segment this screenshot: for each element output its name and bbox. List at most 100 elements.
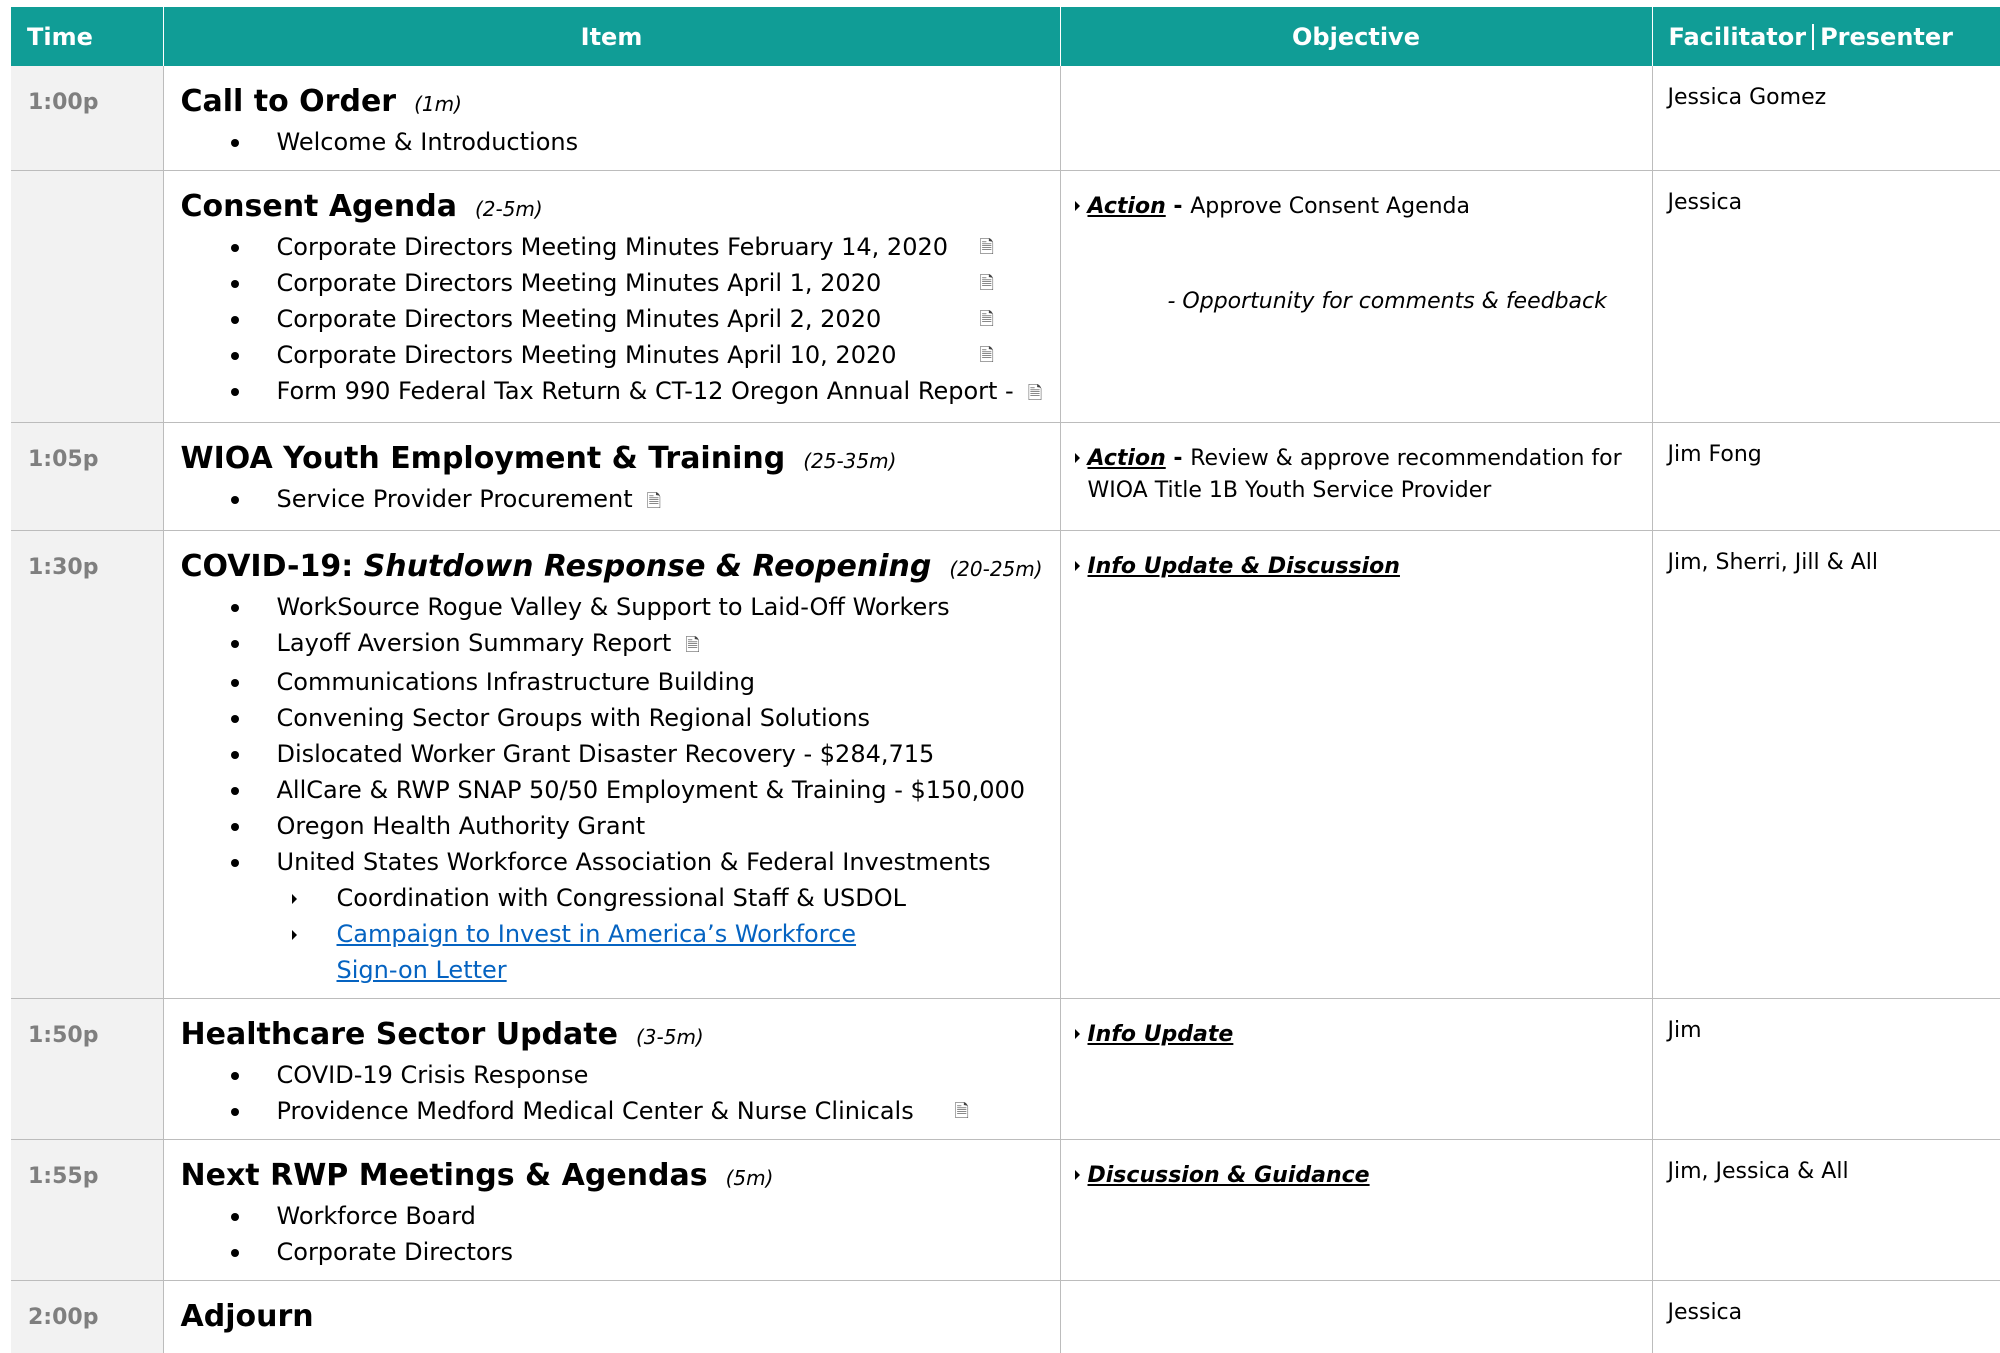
document-icon[interactable]: 🗎 <box>980 338 994 374</box>
item-title: Next RWP Meetings & Agendas (5m) <box>181 1158 1060 1196</box>
time-cell: 1:05p <box>11 422 164 531</box>
list-item: Corporate Directors Meeting Minutes Apri… <box>228 301 1060 337</box>
list-item: COVID-19 Crisis Response <box>228 1057 1060 1093</box>
item-title-italic: Shutdown Response & Reopening <box>363 549 932 584</box>
item-title: Consent Agenda (2-5m) <box>181 189 1060 227</box>
triangle-bullet-icon <box>1074 201 1080 211</box>
document-icon[interactable]: 🗎 <box>955 1094 969 1130</box>
list-item: Corporate Directors Meeting Minutes Apri… <box>228 337 1060 373</box>
agenda-row-consent-agenda: Consent Agenda (2-5m) Corporate Directors… <box>11 170 2000 423</box>
facilitator-cell: Jessica Gomez <box>1652 66 2000 171</box>
item-title-text: Next RWP Meetings & Agendas <box>180 1158 708 1193</box>
item-title: COVID-19: Shutdown Response & Reopening (… <box>181 549 1060 587</box>
list-item: Communications Infrastructure Building <box>228 664 1060 700</box>
item-title: WIOA Youth Employment & Training (25-35m) <box>181 441 1060 479</box>
item-title-text: COVID-19: <box>180 549 354 584</box>
list-item: Form 990 Federal Tax Return & CT-12 Oreg… <box>228 373 1060 412</box>
header-separator <box>1812 23 1815 50</box>
item-title-text: Healthcare Sector Update <box>180 1017 618 1052</box>
objective-action: Discussion & Guidance <box>1087 1163 1370 1188</box>
list-item: Corporate Directors <box>228 1234 1060 1270</box>
objective-note: - Opportunity for comments & feedback <box>1167 289 1607 314</box>
list-item-text: Layoff Aversion Summary Report <box>276 629 672 657</box>
header-row: Time Item Objective Facilitator Presenter <box>11 7 2000 66</box>
list-item: United States Workforce Association & Fe… <box>228 844 1060 988</box>
triangle-bullet-icon <box>1074 453 1080 463</box>
objective-line: Info Update & Discussion <box>1074 551 1640 583</box>
list-item-text: Corporate Directors Meeting Minutes Febr… <box>276 233 949 261</box>
list-item: Workforce Board <box>228 1198 1060 1234</box>
document-icon[interactable]: 🗎 <box>685 635 699 656</box>
agenda-row-wioa-youth: 1:05p WIOA Youth Employment & Training (2… <box>11 422 2000 531</box>
sub-bullets: Coordination with Congressional Staff & … <box>277 880 1060 988</box>
objective-cell: Action - Approve Consent Agenda - Opport… <box>1060 170 1653 423</box>
objective-line: Info Update <box>1074 1019 1640 1051</box>
header-time: Time <box>11 7 164 66</box>
item-title-text: Consent Agenda <box>180 189 457 224</box>
time-cell <box>11 170 164 423</box>
facilitator-cell: Jessica <box>1652 170 2000 423</box>
item-cell: Call to Order (1m) Welcome & Introduction… <box>163 66 1061 171</box>
document-icon[interactable]: 🗎 <box>647 491 661 512</box>
list-item: AllCare & RWP SNAP 50/50 Employment & Tr… <box>228 772 1060 808</box>
objective-line: Action - Approve Consent Agenda <box>1074 191 1640 223</box>
list-item: Layoff Aversion Summary Report 🗎 <box>228 625 1060 664</box>
objective-action: Action <box>1087 194 1166 219</box>
agenda-table: Time Item Objective Facilitator Presenter… <box>11 7 2000 1353</box>
item-title: Healthcare Sector Update (3-5m) <box>181 1017 1060 1055</box>
document-icon[interactable]: 🗎 <box>980 230 994 266</box>
time-cell: 1:30p <box>11 530 164 999</box>
agenda-row-covid-19: 1:30p COVID-19: Shutdown Response & Reop… <box>11 530 2000 999</box>
item-cell: Healthcare Sector Update (3-5m) COVID-19 … <box>163 998 1061 1140</box>
document-icon[interactable]: 🗎 <box>980 266 994 302</box>
time-cell: 2:00p <box>11 1280 164 1353</box>
triangle-bullet-icon <box>1074 1029 1080 1039</box>
sub-list-item-link: Campaign to Invest in America’s Workforc… <box>291 916 1060 988</box>
header-item: Item <box>163 7 1061 66</box>
triangle-bullet-icon <box>1074 1170 1080 1180</box>
list-item-text: Corporate Directors Meeting Minutes Apri… <box>276 269 882 297</box>
sign-on-letter-link[interactable]: Sign-on Letter <box>337 956 507 984</box>
item-duration: (5m) <box>725 1166 774 1190</box>
facilitator-cell: Jim <box>1652 998 2000 1140</box>
list-item: Oregon Health Authority Grant <box>228 808 1060 844</box>
facilitator-cell: Jim Fong <box>1652 422 2000 531</box>
item-duration: (2-5m) <box>474 197 543 221</box>
objective-text-continued: WIOA Title 1B Youth Service Provider <box>1087 478 1492 503</box>
item-duration: (1m) <box>414 92 462 116</box>
item-cell: Next RWP Meetings & Agendas (5m) Workforc… <box>163 1139 1061 1281</box>
item-cell: COVID-19: Shutdown Response & Reopening (… <box>163 530 1061 999</box>
time-cell: 1:55p <box>11 1139 164 1281</box>
item-duration: (3-5m) <box>635 1025 704 1049</box>
document-icon[interactable]: 🗎 <box>980 302 994 338</box>
agenda-row-adjourn: 2:00p Adjourn Jessica <box>11 1280 2000 1353</box>
item-title-text: WIOA Youth Employment & Training <box>180 441 786 476</box>
facilitator-cell: Jim, Jessica & All <box>1652 1139 2000 1281</box>
item-bullets: WorkSource Rogue Valley & Support to Lai… <box>181 589 1060 988</box>
objective-cell: Discussion & Guidance <box>1060 1139 1653 1281</box>
objective-line: Discussion & Guidance <box>1074 1160 1640 1192</box>
objective-text: Review & approve recommendation for <box>1190 446 1622 471</box>
item-title: Adjourn <box>180 1299 314 1334</box>
document-icon[interactable]: 🗎 <box>1028 383 1042 404</box>
objective-action: Action <box>1087 446 1166 471</box>
item-duration: (25-35m) <box>803 449 897 473</box>
header-presenter: Presenter <box>1820 22 1953 51</box>
agenda-row-next-meetings: 1:55p Next RWP Meetings & Agendas (5m) Wo… <box>11 1139 2000 1281</box>
header-facilitator-presenter: Facilitator Presenter <box>1652 7 2000 66</box>
campaign-link[interactable]: Campaign to Invest in America’s Workforc… <box>337 920 857 948</box>
facilitator-cell: Jessica <box>1667 1300 1743 1325</box>
objective-action: Info Update & Discussion <box>1087 554 1400 579</box>
objective-action: Info Update <box>1087 1022 1234 1047</box>
header-facilitator: Facilitator <box>1668 22 1807 51</box>
item-bullets: Welcome & Introductions <box>181 124 1060 160</box>
objective-separator: - <box>1165 194 1191 219</box>
item-duration: (20-25m) <box>949 557 1043 581</box>
objective-line: Action - Review & approve recommendation… <box>1074 443 1640 475</box>
agenda-row-healthcare: 1:50p Healthcare Sector Update (3-5m) COV… <box>11 998 2000 1140</box>
item-bullets: Service Provider Procurement 🗎 <box>181 481 1060 520</box>
item-cell: WIOA Youth Employment & Training (25-35m)… <box>163 422 1061 531</box>
triangle-bullet-icon <box>1074 561 1080 571</box>
list-item: Convening Sector Groups with Regional So… <box>228 700 1060 736</box>
item-bullets: Workforce Board Corporate Directors <box>181 1198 1060 1270</box>
